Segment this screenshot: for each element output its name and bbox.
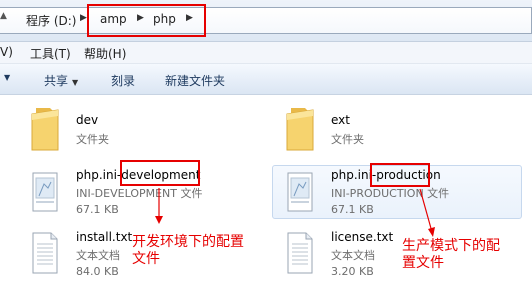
- annotation-box-production: [370, 163, 430, 187]
- annotation-box-development: [120, 160, 200, 186]
- menu-tools[interactable]: 工具(T): [30, 45, 71, 62]
- annotation-production-line2: 置文件: [402, 255, 444, 271]
- partial-crumb: ▲: [0, 11, 7, 21]
- file-size: 84.0 KB: [76, 265, 119, 278]
- file-type: 文本文档: [331, 249, 375, 262]
- file-name: license.txt: [331, 230, 394, 244]
- file-name: install.txt: [76, 230, 133, 244]
- chevron-down-icon: ▼: [72, 78, 79, 87]
- annotation-development-line1: 开发环境下的配置: [132, 234, 244, 250]
- file-type: 文件夹: [76, 133, 109, 146]
- file-size: 3.20 KB: [331, 265, 374, 278]
- file-type: 文本文档: [76, 249, 120, 262]
- annotation-box-path: [87, 4, 206, 37]
- file-size: 67.1 KB: [331, 203, 374, 216]
- share-button[interactable]: 共享 ▼: [44, 72, 78, 89]
- menu-view[interactable]: V): [0, 45, 13, 59]
- breadcrumb-separator-icon[interactable]: ▶: [80, 13, 87, 23]
- share-label: 共享: [44, 74, 69, 88]
- breadcrumb-drive[interactable]: 程序 (D:): [26, 12, 76, 29]
- burn-button[interactable]: 刻录: [111, 72, 135, 89]
- command-bar: ▼ 共享 ▼ 刻录 新建文件夹: [0, 64, 532, 95]
- file-name: ext: [331, 113, 350, 127]
- folder-icon: [31, 108, 59, 151]
- ini-file-icon: [287, 172, 313, 212]
- menu-bar: V) 工具(T) 帮助(H): [0, 42, 532, 64]
- file-name: dev: [76, 113, 99, 127]
- file-type: INI-PRODUCTION 文件: [331, 187, 450, 200]
- address-bar-area: ▲ 程序 (D:) ▶ amp ▶ php ▶: [0, 0, 532, 42]
- menu-help[interactable]: 帮助(H): [84, 45, 126, 62]
- file-type: INI-DEVELOPMENT 文件: [76, 187, 203, 200]
- new-folder-button[interactable]: 新建文件夹: [165, 72, 225, 89]
- annotation-development-line2: 文件: [132, 251, 160, 267]
- organize-dropdown-icon[interactable]: ▼: [4, 73, 10, 82]
- annotation-production-line1: 生产模式下的配: [402, 238, 500, 254]
- folder-icon: [286, 108, 314, 151]
- file-size: 67.1 KB: [76, 203, 119, 216]
- text-file-icon: [287, 232, 313, 274]
- file-item-dev[interactable]: dev 文件夹: [28, 104, 228, 156]
- file-item-ext[interactable]: ext 文件夹: [283, 104, 513, 156]
- file-type: 文件夹: [331, 133, 364, 146]
- text-file-icon: [32, 232, 58, 274]
- ini-file-icon: [32, 172, 58, 212]
